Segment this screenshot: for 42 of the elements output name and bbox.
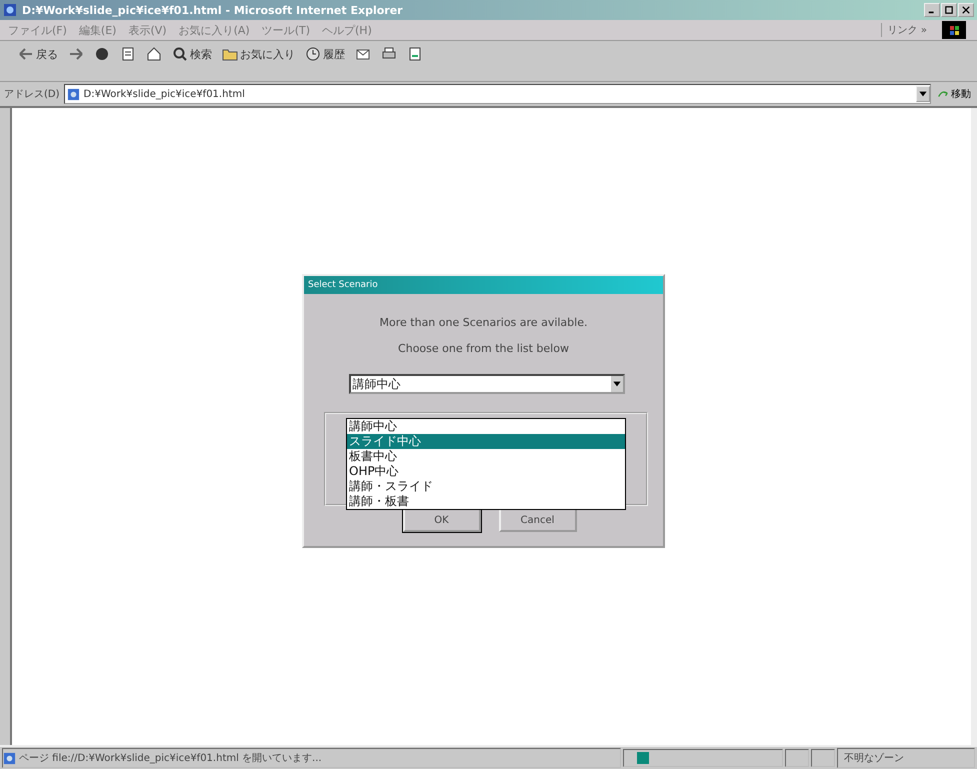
browser-icon xyxy=(3,3,17,17)
address-field[interactable]: D:¥Work¥slide_pic¥ice¥f01.html xyxy=(64,84,931,104)
ok-button[interactable]: OK xyxy=(402,508,480,532)
document-icon xyxy=(407,46,423,62)
dialog-title: Select Scenario xyxy=(304,276,663,294)
search-button[interactable]: 検索 xyxy=(170,46,214,62)
back-arrow-icon xyxy=(18,46,34,62)
history-button[interactable]: 履歴 xyxy=(303,46,347,62)
go-button[interactable]: 移動 xyxy=(935,87,973,101)
status-pane xyxy=(785,749,809,767)
status-text: ページ file://D:¥Work¥slide_pic¥ice¥f01.html を開いています... xyxy=(19,752,322,765)
minimize-button[interactable] xyxy=(924,3,940,17)
close-icon xyxy=(962,6,970,14)
progress-icon xyxy=(636,752,650,764)
page-icon xyxy=(3,752,16,764)
scenario-dropdown[interactable]: 講師中心 xyxy=(348,374,624,394)
search-icon xyxy=(172,46,188,62)
stop-icon xyxy=(94,46,110,62)
message-text: Choose one from the list below xyxy=(398,341,569,357)
dropdown-option[interactable]: 講師・スライド xyxy=(347,479,625,494)
clock-icon xyxy=(305,46,321,62)
dropdown-option[interactable]: 講師中心 xyxy=(347,419,625,434)
address-label: アドレス(D) xyxy=(4,88,60,101)
dropdown-option[interactable]: 板書中心 xyxy=(347,449,625,464)
back-button[interactable]: 戻る xyxy=(16,46,60,62)
forward-arrow-icon xyxy=(68,46,84,62)
maximize-icon xyxy=(945,6,953,14)
links-button[interactable]: リンク » xyxy=(880,23,927,37)
dropdown-option[interactable]: OHP中心 xyxy=(347,464,625,479)
zone-text: 不明なゾーン xyxy=(844,752,904,765)
home-icon xyxy=(146,46,162,62)
window-title: D:¥Work¥slide_pic¥ice¥f01.html - Microsoft Internet Explorer xyxy=(22,4,404,16)
maximize-button[interactable] xyxy=(941,3,957,17)
close-button[interactable] xyxy=(958,3,974,17)
cancel-button[interactable]: Cancel xyxy=(498,508,576,532)
message-text: More than one Scenarios are avilable. xyxy=(380,315,588,331)
page-icon xyxy=(66,88,80,100)
favorites-button[interactable]: お気に入り xyxy=(220,46,297,62)
dropdown-option[interactable]: スライド中心 xyxy=(347,434,625,449)
dropdown-option[interactable]: 講師・板書 xyxy=(347,494,625,509)
status-pane xyxy=(811,749,835,767)
windows-logo-icon xyxy=(939,21,969,39)
